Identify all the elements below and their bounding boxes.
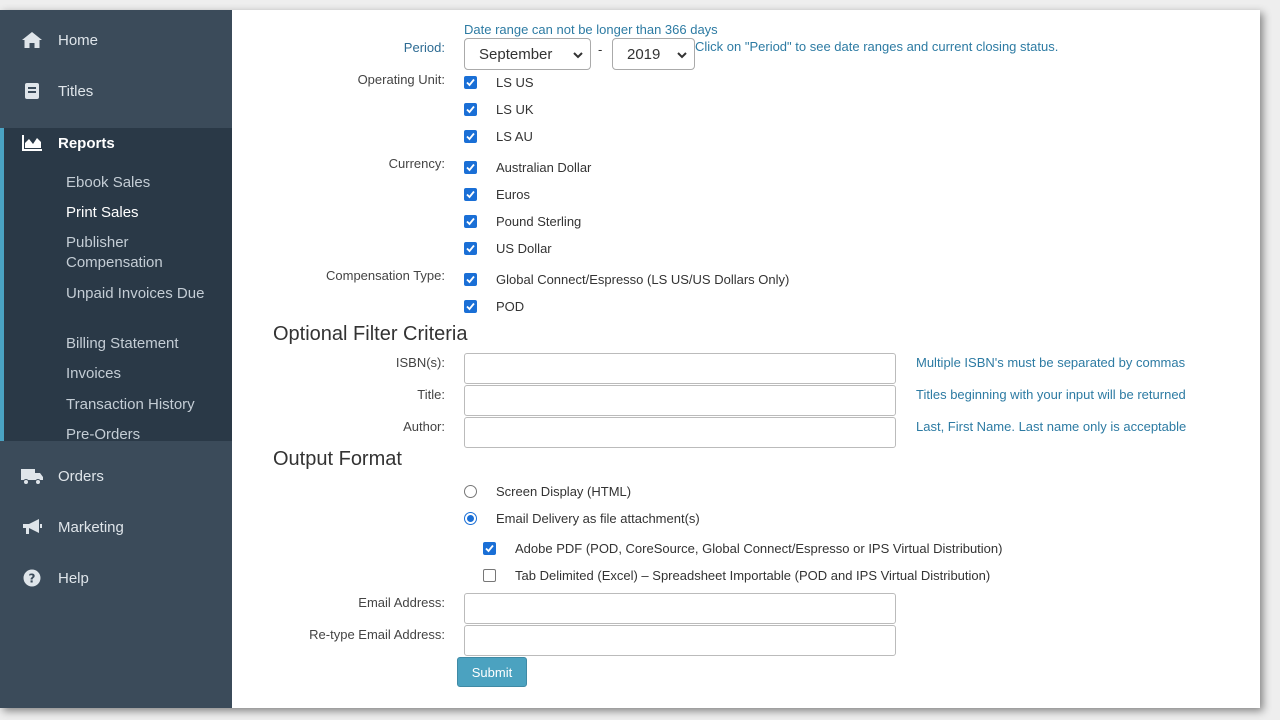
period-year-select[interactable]: 2019 <box>612 38 695 70</box>
isbn-input[interactable] <box>464 353 896 384</box>
output-format-heading: Output Format <box>273 448 402 470</box>
question-circle-icon: ? <box>20 569 44 587</box>
currency-aud-checkbox[interactable] <box>464 161 477 174</box>
sidebar-item-label: Marketing <box>58 518 124 536</box>
operating-unit-option: LS US <box>496 75 534 90</box>
svg-text:?: ? <box>29 572 36 586</box>
sidebar-item-label: Orders <box>58 467 104 485</box>
sidebar: Home Titles Reports Ebook Sales Print Sa… <box>0 10 232 708</box>
sidebar-subitem-billing-statement[interactable]: Billing Statement <box>66 334 226 354</box>
operating-unit-ls-au-checkbox[interactable] <box>464 130 477 143</box>
format-option: Adobe PDF (POD, CoreSource, Global Conne… <box>515 541 1003 556</box>
isbn-label: ISBN(s): <box>395 355 445 370</box>
currency-gbp-checkbox[interactable] <box>464 215 477 228</box>
sidebar-subitem-unpaid-invoices[interactable]: Unpaid Invoices Due <box>66 284 226 304</box>
sidebar-subitem-invoices[interactable]: Invoices <box>66 364 226 384</box>
sidebar-item-label: Help <box>58 569 89 587</box>
sidebar-item-marketing[interactable]: Marketing <box>0 502 232 552</box>
period-hint: Click on "Period" to see date ranges and… <box>695 39 1059 54</box>
retype-email-label: Re-type Email Address: <box>309 627 445 642</box>
bullhorn-icon <box>20 518 44 536</box>
period-month-select[interactable]: September <box>464 38 591 70</box>
output-option: Email Delivery as file attachment(s) <box>496 511 700 526</box>
sidebar-subitem-pre-orders[interactable]: Pre-Orders <box>66 425 226 445</box>
period-month-value: September <box>479 45 553 63</box>
output-email-radio[interactable] <box>464 512 477 525</box>
title-label: Title: <box>417 387 445 402</box>
currency-option: US Dollar <box>496 241 552 256</box>
author-label: Author: <box>403 419 445 434</box>
sidebar-item-home[interactable]: Home <box>0 15 232 65</box>
author-hint: Last, First Name. Last name only is acce… <box>916 419 1187 434</box>
optional-filter-heading: Optional Filter Criteria <box>273 323 468 345</box>
email-label: Email Address: <box>358 595 445 610</box>
currency-eur-checkbox[interactable] <box>464 188 477 201</box>
sidebar-item-label: Reports <box>58 134 115 152</box>
area-chart-icon <box>20 134 44 152</box>
sidebar-subitem-publisher-compensation[interactable]: Publisher Compensation <box>66 233 226 273</box>
sidebar-subitem-print-sales[interactable]: Print Sales <box>66 203 226 223</box>
truck-icon <box>20 467 44 485</box>
compensation-option: POD <box>496 299 525 314</box>
sidebar-item-label: Titles <box>58 82 94 100</box>
operating-unit-label: Operating Unit: <box>357 72 445 87</box>
compensation-pod-checkbox[interactable] <box>464 300 477 313</box>
sidebar-item-help[interactable]: ? Help <box>0 553 232 603</box>
compensation-option: Global Connect/Espresso (LS US/US Dollar… <box>496 272 790 287</box>
sidebar-subitem-transaction-history[interactable]: Transaction History <box>66 395 226 415</box>
title-hint: Titles beginning with your input will be… <box>916 387 1186 402</box>
currency-option: Pound Sterling <box>496 214 582 229</box>
currency-usd-checkbox[interactable] <box>464 242 477 255</box>
currency-label: Currency: <box>388 156 445 171</box>
sidebar-item-titles[interactable]: Titles <box>0 66 232 116</box>
book-icon <box>20 82 44 100</box>
format-tab-delimited-checkbox[interactable] <box>483 569 496 582</box>
operating-unit-option: LS AU <box>496 129 533 144</box>
title-input[interactable] <box>464 385 896 416</box>
compensation-type-label: Compensation Type: <box>326 268 445 283</box>
home-icon <box>20 31 44 49</box>
date-range-note: Date range can not be longer than 366 da… <box>464 22 718 37</box>
operating-unit-ls-us-checkbox[interactable] <box>464 76 477 89</box>
isbn-hint: Multiple ISBN's must be separated by com… <box>916 355 1186 370</box>
compensation-global-connect-checkbox[interactable] <box>464 273 477 286</box>
author-input[interactable] <box>464 417 896 448</box>
sidebar-subitem-ebook-sales[interactable]: Ebook Sales <box>66 173 226 193</box>
reports-section: Reports Ebook Sales Print Sales Publishe… <box>0 128 232 443</box>
period-separator: - <box>598 42 603 57</box>
submit-button[interactable]: Submit <box>457 657 527 687</box>
output-screen-radio[interactable] <box>464 485 477 498</box>
operating-unit-ls-uk-checkbox[interactable] <box>464 103 477 116</box>
chevron-down-icon <box>676 48 688 65</box>
output-option: Screen Display (HTML) <box>496 484 632 499</box>
sidebar-item-reports[interactable]: Reports <box>4 128 115 158</box>
email-input[interactable] <box>464 593 896 624</box>
period-label[interactable]: Period: <box>404 40 445 55</box>
report-form: Date range can not be longer than 366 da… <box>232 10 1260 708</box>
format-option: Tab Delimited (Excel) – Spreadsheet Impo… <box>515 568 991 583</box>
sidebar-item-label: Home <box>58 31 99 49</box>
period-year-value: 2019 <box>627 45 661 63</box>
chevron-down-icon <box>572 48 584 65</box>
format-pdf-checkbox[interactable] <box>483 542 496 555</box>
currency-option: Australian Dollar <box>496 160 592 175</box>
sidebar-item-orders[interactable]: Orders <box>0 451 232 501</box>
operating-unit-option: LS UK <box>496 102 534 117</box>
retype-email-input[interactable] <box>464 625 896 656</box>
currency-option: Euros <box>496 187 530 202</box>
